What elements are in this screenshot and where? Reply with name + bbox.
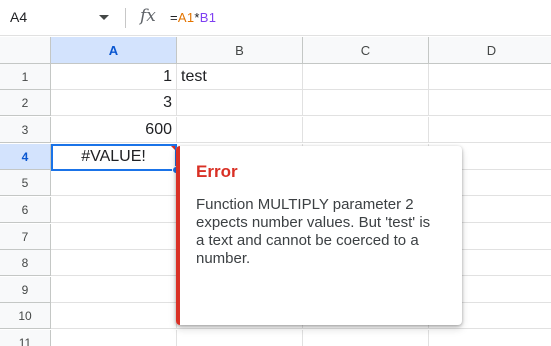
row-header-4[interactable]: 4	[0, 144, 51, 170]
chevron-down-icon[interactable]	[99, 15, 109, 20]
formula-equals: =	[170, 10, 178, 25]
cell-a10[interactable]	[51, 303, 177, 329]
cell-a8[interactable]	[51, 250, 177, 276]
select-all-corner[interactable]	[0, 37, 51, 64]
cell-d2[interactable]	[429, 90, 551, 116]
column-header-b[interactable]: B	[177, 37, 303, 64]
cell-b3[interactable]	[177, 117, 303, 143]
cell-a2[interactable]: 3	[51, 90, 177, 116]
cell-a11[interactable]	[51, 330, 177, 346]
cell-b1[interactable]: test	[177, 64, 303, 90]
cell-a1[interactable]: 1	[51, 64, 177, 90]
cell-d3[interactable]	[429, 117, 551, 143]
row-header-2[interactable]: 2	[0, 90, 51, 116]
column-header-c[interactable]: C	[303, 37, 429, 64]
cell-b11[interactable]	[177, 330, 303, 346]
cell-b2[interactable]	[177, 90, 303, 116]
row-header-1[interactable]: 1	[0, 64, 51, 90]
cell-c11[interactable]	[303, 330, 429, 346]
row-header-7[interactable]: 7	[0, 224, 51, 250]
divider	[125, 8, 126, 28]
formula-ref-a1: A1	[177, 10, 195, 25]
column-header-d[interactable]: D	[429, 37, 551, 64]
formula-input[interactable]: =A1*B1	[170, 10, 216, 25]
row-header-11[interactable]: 11	[0, 330, 51, 346]
row-header-10[interactable]: 10	[0, 303, 51, 329]
cell-c3[interactable]	[303, 117, 429, 143]
cell-a5[interactable]	[51, 170, 177, 196]
row-header-6[interactable]: 6	[0, 197, 51, 223]
cell-a7[interactable]	[51, 224, 177, 250]
cell-d1[interactable]	[429, 64, 551, 90]
error-tooltip: Error Function MULTIPLY parameter 2 expe…	[176, 146, 462, 325]
row-header-8[interactable]: 8	[0, 250, 51, 276]
error-accent-bar	[176, 146, 180, 325]
cell-d11[interactable]	[429, 330, 551, 346]
column-header-a[interactable]: A	[51, 37, 177, 64]
error-title: Error	[196, 162, 238, 181]
row-header-9[interactable]: 9	[0, 277, 51, 303]
selection-outline	[51, 144, 180, 174]
formula-ref-b1: B1	[199, 10, 217, 25]
cell-a6[interactable]	[51, 197, 177, 223]
cell-a9[interactable]	[51, 277, 177, 303]
cell-a3[interactable]: 600	[51, 117, 177, 143]
cell-c1[interactable]	[303, 64, 429, 90]
formula-bar: A4 fx =A1*B1	[0, 0, 551, 36]
row-header-5[interactable]: 5	[0, 170, 51, 196]
cell-c2[interactable]	[303, 90, 429, 116]
row-header-3[interactable]: 3	[0, 117, 51, 143]
name-box[interactable]: A4	[10, 9, 27, 25]
error-message: Function MULTIPLY parameter 2 expects nu…	[196, 196, 431, 267]
fx-icon: fx	[140, 6, 156, 26]
